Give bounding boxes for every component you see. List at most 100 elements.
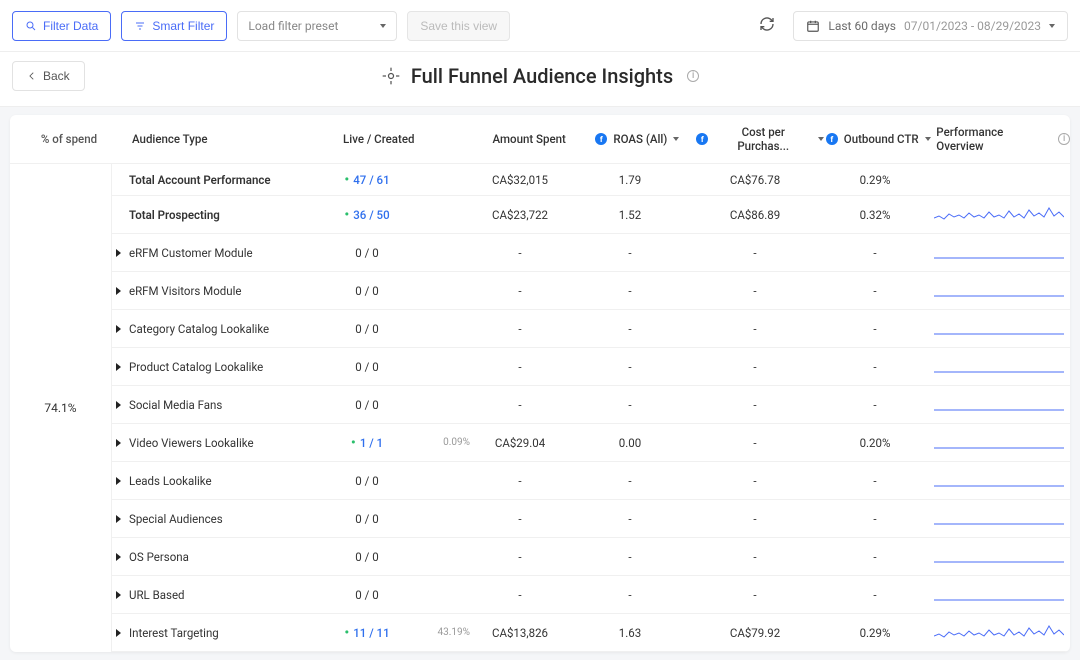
page-title: Full Funnel Audience Insights i (381, 64, 699, 88)
audience-label: Total Prospecting (129, 208, 220, 222)
facebook-icon: f (826, 133, 838, 145)
expand-caret-icon[interactable] (116, 477, 121, 485)
roas-value: 0.00 (570, 436, 690, 450)
spend-group-value: 74.1% (44, 401, 76, 415)
cpp-value: - (690, 550, 820, 564)
expand-caret-icon[interactable] (116, 515, 121, 523)
ctr-value: - (820, 588, 930, 602)
page-title-text: Full Funnel Audience Insights (411, 64, 673, 88)
perf-sparkline (930, 506, 1070, 531)
roas-value: - (570, 512, 690, 526)
filter-data-button[interactable]: Filter Data (12, 11, 111, 41)
perf-sparkline (930, 620, 1070, 645)
facebook-icon: f (595, 133, 607, 145)
expand-caret-icon[interactable] (116, 553, 121, 561)
date-range-value: 07/01/2023 - 08/29/2023 (904, 19, 1041, 33)
roas-value: - (570, 284, 690, 298)
save-view-button: Save this view (407, 11, 510, 41)
expand-caret-icon[interactable] (116, 363, 121, 371)
date-range-label: Last 60 days (828, 19, 896, 33)
table-row[interactable]: Total Account Performance 47 / 61 CA$32,01… (112, 164, 1070, 196)
audience-label: Total Account Performance (129, 173, 271, 187)
amount-value: CA$32,015 (470, 173, 570, 187)
col-header-cpp[interactable]: f Cost per Purchas... (696, 125, 824, 153)
perf-sparkline (930, 430, 1070, 455)
roas-value: - (570, 550, 690, 564)
ctr-value: 0.20% (820, 436, 930, 450)
expand-caret-icon[interactable] (116, 249, 121, 257)
cpp-value: CA$86.89 (690, 208, 820, 222)
live-created-value: 0 / 0 (355, 284, 378, 298)
cpp-value: - (690, 436, 820, 450)
audience-label: Product Catalog Lookalike (129, 360, 263, 374)
cpp-value: - (690, 474, 820, 488)
table-row[interactable]: Interest Targeting11 / 1143.19%CA$13,826… (112, 614, 1070, 652)
expand-caret-icon[interactable] (116, 325, 121, 333)
table-row[interactable]: Special Audiences0 / 0---- (112, 500, 1070, 538)
ctr-value: 0.29% (820, 173, 930, 187)
table-row[interactable]: Leads Lookalike0 / 0---- (112, 462, 1070, 500)
col-header-spend: % of spend (10, 132, 128, 146)
top-toolbar: Filter Data Smart Filter Load filter pre… (0, 0, 1080, 52)
table-body: 74.1% Total Account Performance 47 / 61 CA… (10, 164, 1070, 652)
col-header-ctr[interactable]: f Outbound CTR (824, 132, 932, 146)
expand-caret-icon[interactable] (116, 439, 121, 447)
audience-label: Video Viewers Lookalike (129, 436, 254, 450)
live-created-value: 47 / 61 (344, 173, 389, 187)
live-created-value: 0 / 0 (355, 322, 378, 336)
info-icon[interactable]: i (1058, 133, 1070, 145)
col-header-roas[interactable]: f ROAS (All) (578, 132, 696, 146)
table-row[interactable]: Social Media Fans0 / 0---- (112, 386, 1070, 424)
live-created-value: 0 / 0 (355, 474, 378, 488)
roas-value: - (570, 246, 690, 260)
amount-value: - (470, 246, 570, 260)
amount-value: - (470, 284, 570, 298)
table-row[interactable]: Category Catalog Lookalike0 / 0---- (112, 310, 1070, 348)
expand-caret-icon[interactable] (116, 287, 121, 295)
chevron-down-icon (1049, 24, 1055, 28)
perf-sparkline (930, 582, 1070, 607)
ctr-value: - (820, 322, 930, 336)
table-row[interactable]: eRFM Customer Module0 / 0---- (112, 234, 1070, 272)
perf-sparkline (930, 392, 1070, 417)
back-button[interactable]: Back (12, 61, 85, 91)
perf-sparkline (930, 468, 1070, 493)
spend-pct-value: 43.19% (422, 627, 470, 638)
expand-caret-icon[interactable] (116, 401, 121, 409)
refresh-button[interactable] (751, 10, 783, 41)
cpp-value: CA$79.92 (690, 626, 820, 640)
audience-label: Leads Lookalike (129, 474, 212, 488)
preset-placeholder: Load filter preset (248, 19, 338, 33)
table-row[interactable]: Total Prospecting36 / 50CA$23,7221.52CA$… (112, 196, 1070, 234)
facebook-icon: f (696, 133, 708, 145)
live-created-value: 0 / 0 (355, 360, 378, 374)
ctr-value: - (820, 474, 930, 488)
table-row[interactable]: Video Viewers Lookalike1 / 10.09%CA$29.0… (112, 424, 1070, 462)
ctr-value: - (820, 512, 930, 526)
audience-label: Special Audiences (129, 512, 223, 526)
table-row[interactable]: URL Based0 / 0---- (112, 576, 1070, 614)
expand-caret-icon[interactable] (116, 629, 121, 637)
live-created-value: 11 / 11 (344, 626, 389, 640)
cpp-value: - (690, 588, 820, 602)
ctr-value: - (820, 550, 930, 564)
target-icon (381, 66, 401, 86)
load-preset-select[interactable]: Load filter preset (237, 11, 397, 41)
date-range-picker[interactable]: Last 60 days 07/01/2023 - 08/29/2023 (793, 11, 1068, 41)
chevron-down-icon (380, 24, 386, 28)
live-created-value: 0 / 0 (355, 512, 378, 526)
table-row[interactable]: OS Persona0 / 0---- (112, 538, 1070, 576)
roas-value: 1.52 (570, 208, 690, 222)
cpp-value: - (690, 322, 820, 336)
title-bar: Back Full Funnel Audience Insights i (0, 52, 1080, 107)
expand-caret-icon[interactable] (116, 591, 121, 599)
table-row[interactable]: Product Catalog Lookalike0 / 0---- (112, 348, 1070, 386)
refresh-icon (759, 16, 775, 32)
cpp-value: - (690, 398, 820, 412)
table-row[interactable]: eRFM Visitors Module0 / 0---- (112, 272, 1070, 310)
smart-filter-button[interactable]: Smart Filter (121, 11, 227, 41)
table-header-row: % of spend Audience Type Live / Created … (10, 115, 1070, 164)
cpp-value: - (690, 284, 820, 298)
info-icon[interactable]: i (687, 70, 699, 82)
audience-label: Social Media Fans (129, 398, 222, 412)
